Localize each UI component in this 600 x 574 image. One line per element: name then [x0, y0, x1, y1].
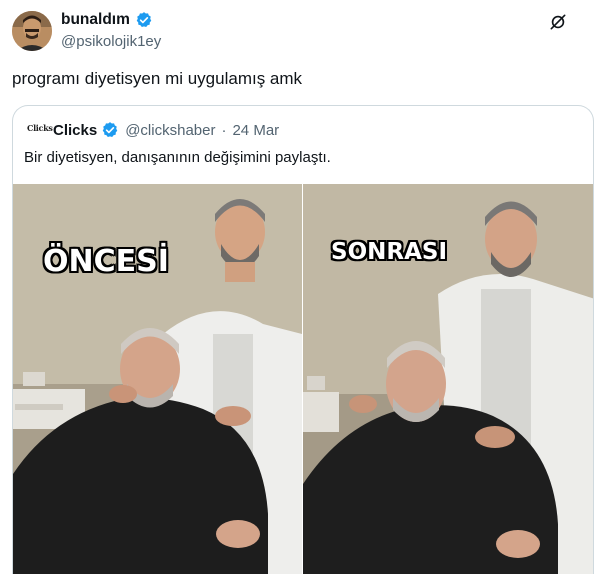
avatar-image: [12, 11, 52, 51]
quoted-tweet[interactable]: Clicks Clicks @clickshaber · 24 Mar Bir …: [12, 105, 594, 574]
verified-badge-icon: [102, 122, 118, 138]
quote-separator: ·: [221, 121, 227, 139]
before-label: ÖNCESİ: [42, 243, 169, 279]
quote-header: Clicks @clickshaber · 24 Mar: [53, 121, 279, 139]
tweet-text: programı diyetisyen mi uygulamış amk: [12, 69, 303, 88]
quote-handle[interactable]: @clickshaber: [125, 122, 215, 139]
media-grid: ÖNCESİ SONRASI: [13, 184, 593, 574]
quote-text: Bir diyetisyen, danışanının değişimini p…: [24, 149, 331, 166]
tweet: bunaldım @psikolojik1ey programı diyetis…: [0, 0, 600, 574]
grok-icon[interactable]: [548, 12, 568, 32]
after-label: SONRASI: [330, 238, 447, 265]
media-photo-after[interactable]: SONRASI: [303, 184, 593, 574]
verified-badge-icon: [136, 12, 152, 28]
author-handle[interactable]: @psikolojik1ey: [61, 33, 161, 50]
author-name-line: bunaldım: [61, 11, 153, 29]
quote-date[interactable]: 24 Mar: [232, 122, 279, 139]
media-photo-before[interactable]: ÖNCESİ: [13, 184, 302, 574]
before-photo-image: [13, 184, 302, 574]
avatar[interactable]: [12, 11, 52, 51]
quote-display-name[interactable]: Clicks: [53, 122, 97, 139]
author-display-name[interactable]: bunaldım: [61, 11, 130, 29]
clicks-logo: Clicks: [27, 123, 53, 133]
